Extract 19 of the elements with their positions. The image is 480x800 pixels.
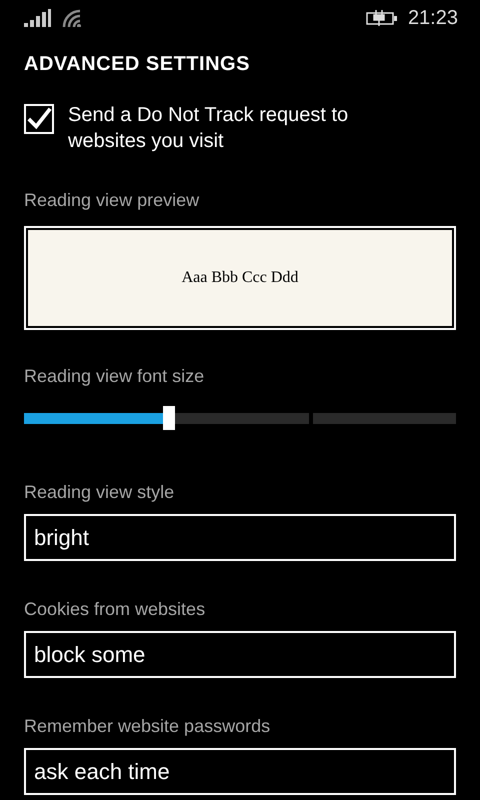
section-label: Reading view preview xyxy=(24,189,200,212)
signal-icon xyxy=(24,9,52,27)
section-label: Reading view font size xyxy=(24,365,206,388)
preview-text: Aaa Bbb Ccc Ddd xyxy=(182,268,298,288)
picker-field[interactable]: block some xyxy=(24,631,456,678)
wifi-icon xyxy=(62,9,82,27)
font-size-slider[interactable] xyxy=(24,406,456,430)
clock-time: 21:23 xyxy=(408,6,458,31)
checkmark-icon xyxy=(26,106,52,132)
section-label: Reading view style xyxy=(24,481,176,504)
checkbox[interactable] xyxy=(24,104,54,134)
picker-field[interactable]: bright xyxy=(24,514,456,561)
battery-charging-icon xyxy=(366,10,398,26)
section-label: Cookies from websites xyxy=(24,598,206,621)
checkbox-label: Send a Do Not Track request to websites you visit xyxy=(68,103,350,154)
section-label: Remember website passwords xyxy=(24,715,272,738)
page-title: ADVANCED SETTINGS xyxy=(24,52,251,77)
slider-thumb[interactable] xyxy=(162,406,175,430)
picker-field[interactable]: ask each time xyxy=(24,748,456,795)
